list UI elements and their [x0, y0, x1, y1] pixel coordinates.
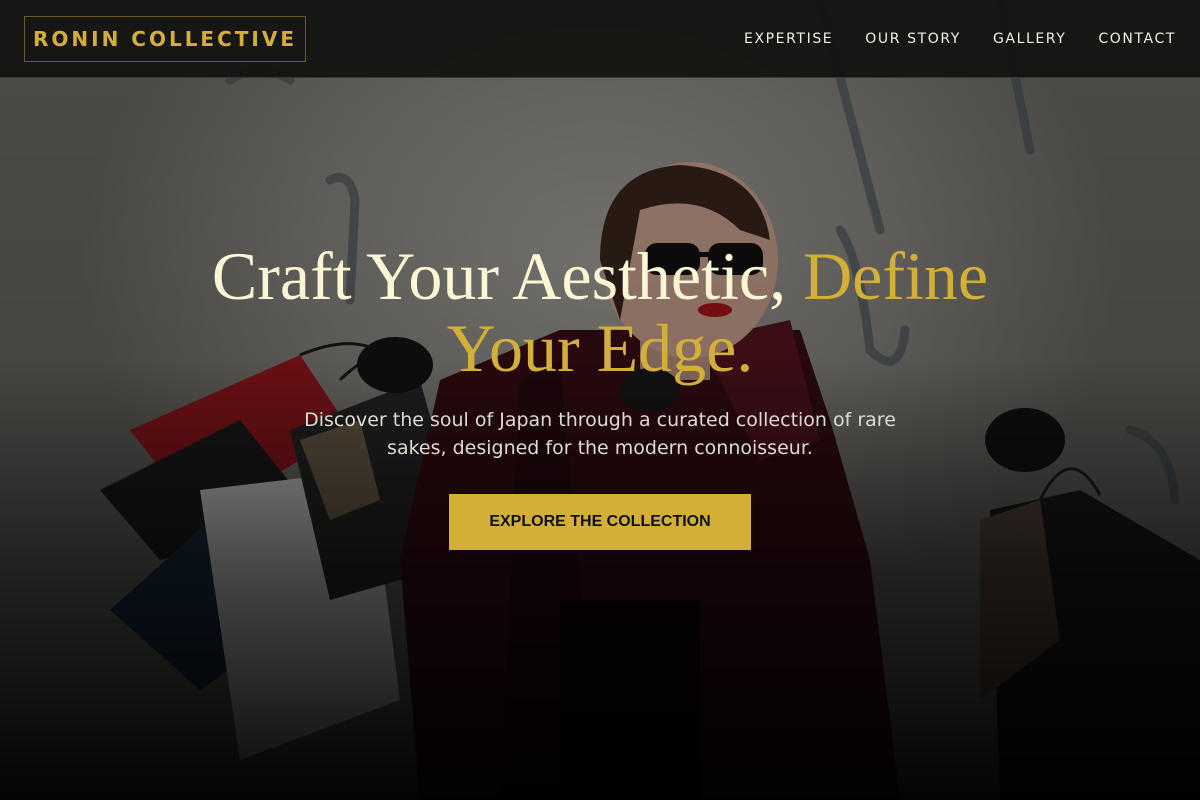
hero-subtitle: Discover the soul of Japan through a cur… — [304, 409, 896, 459]
nav-link-our-story[interactable]: OUR STORY — [865, 31, 961, 47]
brand-logo[interactable]: RONIN COLLECTIVE — [24, 16, 306, 62]
landing-page: RONIN COLLECTIVE EXPERTISE OUR STORY GAL… — [0, 0, 1200, 800]
hero-headline: Craft Your Aesthetic, Define Your Edge. — [150, 240, 1050, 384]
site-header: RONIN COLLECTIVE EXPERTISE OUR STORY GAL… — [0, 0, 1200, 78]
nav-link-contact[interactable]: CONTACT — [1098, 31, 1176, 47]
hero-headline-main: Craft Your Aesthetic, — [211, 238, 804, 314]
explore-collection-button[interactable]: EXPLORE THE COLLECTION — [449, 494, 751, 550]
nav-link-expertise[interactable]: EXPERTISE — [744, 31, 833, 47]
main-nav: EXPERTISE OUR STORY GALLERY CONTACT — [744, 0, 1176, 78]
nav-link-gallery[interactable]: GALLERY — [993, 31, 1066, 47]
hero-section: Craft Your Aesthetic, Define Your Edge. … — [0, 240, 1200, 550]
